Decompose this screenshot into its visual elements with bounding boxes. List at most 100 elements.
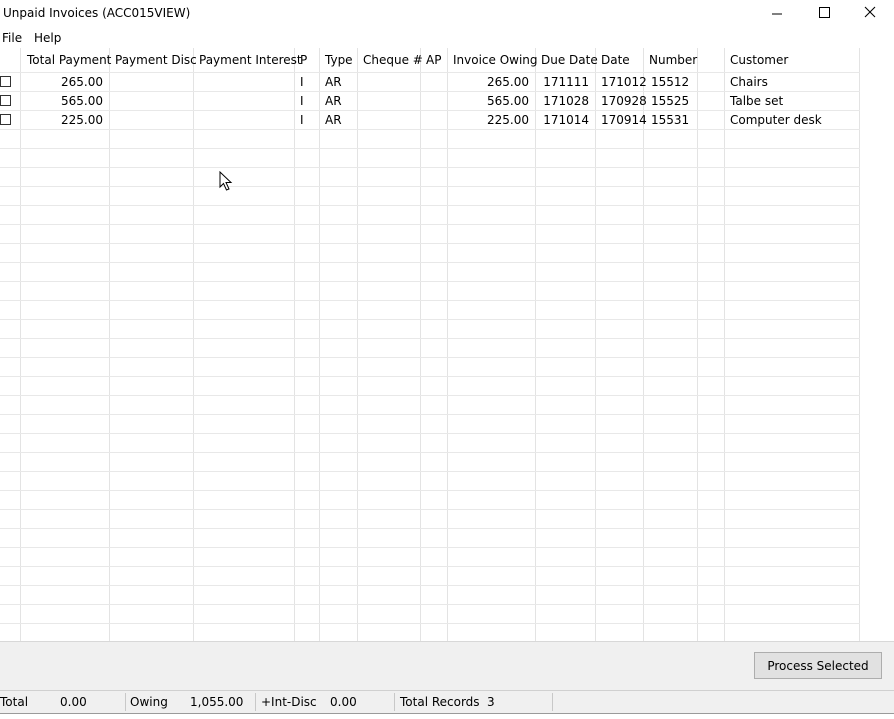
status-intdisc-label: +Int-Disc [261, 695, 317, 709]
mouse-cursor-icon [219, 171, 233, 191]
cell-number[interactable]: 15512 [651, 75, 689, 89]
cell-customer[interactable]: Computer desk [730, 113, 822, 127]
row-divider [0, 414, 860, 415]
row-divider [0, 167, 860, 168]
menu-help[interactable]: Help [34, 31, 61, 45]
column-divider [294, 48, 295, 641]
row-divider [0, 452, 860, 453]
menu-file[interactable]: File [2, 31, 22, 45]
status-total-value: 0.00 [60, 695, 87, 709]
cell-p[interactable]: I [300, 94, 304, 108]
row-select-checkbox[interactable] [0, 76, 11, 87]
cell-date[interactable]: 170928 [601, 94, 647, 108]
status-records-label: Total Records [400, 695, 480, 709]
column-divider [643, 48, 644, 641]
row-divider [0, 129, 860, 130]
row-divider [0, 148, 860, 149]
cell-invoice-owing[interactable]: 565.00 [447, 94, 529, 108]
header-number[interactable]: Number [649, 53, 697, 67]
row-divider [0, 623, 860, 624]
row-divider [0, 357, 860, 358]
row-divider [0, 224, 860, 225]
cell-p[interactable]: I [300, 113, 304, 127]
minimize-button[interactable] [754, 0, 800, 28]
header-type[interactable]: Type [325, 53, 353, 67]
menu-bar: File Help [0, 29, 894, 48]
row-divider [0, 490, 860, 491]
cell-total-payment[interactable]: 265.00 [20, 75, 103, 89]
process-selected-button[interactable]: Process Selected [754, 652, 882, 679]
cell-customer[interactable]: Chairs [730, 75, 768, 89]
cell-total-payment[interactable]: 225.00 [20, 113, 103, 127]
row-select-checkbox[interactable] [0, 114, 11, 125]
cell-invoice-owing[interactable]: 265.00 [447, 75, 529, 89]
column-divider [697, 48, 698, 641]
row-divider [0, 604, 860, 605]
minimize-icon [772, 13, 782, 15]
header-payment-disc[interactable]: Payment Disc [115, 53, 197, 67]
window-bottom-edge [0, 713, 894, 719]
header-date[interactable]: Date [601, 53, 630, 67]
row-divider [0, 262, 860, 263]
header-cheque[interactable]: Cheque # [363, 53, 423, 67]
status-owing-value: 1,055.00 [190, 695, 244, 709]
status-bar: Total 0.00 Owing 1,055.00 +Int-Disc 0.00… [0, 690, 894, 713]
row-divider [0, 433, 860, 434]
cell-due-date[interactable]: 171014 [535, 113, 589, 127]
row-select-checkbox[interactable] [0, 95, 11, 106]
header-customer[interactable]: Customer [730, 53, 788, 67]
invoice-grid[interactable]: Total Payment Payment Disc Payment Inter… [0, 48, 894, 641]
status-separator [125, 693, 126, 711]
row-divider [0, 72, 860, 73]
cell-number[interactable]: 15531 [651, 113, 689, 127]
cell-type[interactable]: AR [325, 94, 342, 108]
row-divider [0, 110, 860, 111]
cell-total-payment[interactable]: 565.00 [20, 94, 103, 108]
cell-customer[interactable]: Talbe set [730, 94, 783, 108]
column-divider [20, 48, 21, 641]
row-divider [0, 509, 860, 510]
row-divider [0, 395, 860, 396]
column-divider [420, 48, 421, 641]
column-divider [595, 48, 596, 641]
status-separator [255, 693, 256, 711]
column-divider [447, 48, 448, 641]
cell-type[interactable]: AR [325, 75, 342, 89]
cell-number[interactable]: 15525 [651, 94, 689, 108]
column-divider [319, 48, 320, 641]
column-divider [859, 48, 860, 641]
row-divider [0, 205, 860, 206]
column-divider [724, 48, 725, 641]
row-divider [0, 300, 860, 301]
row-divider [0, 528, 860, 529]
header-p[interactable]: P [300, 53, 307, 67]
header-invoice-owing[interactable]: Invoice Owing [453, 53, 538, 67]
cell-date[interactable]: 171012 [601, 75, 647, 89]
column-divider [109, 48, 110, 641]
row-divider [0, 471, 860, 472]
row-divider [0, 547, 860, 548]
column-divider [535, 48, 536, 641]
column-divider [357, 48, 358, 641]
header-total-payment[interactable]: Total Payment [27, 53, 111, 67]
close-button[interactable] [846, 0, 892, 28]
header-due-date[interactable]: Due Date [541, 53, 598, 67]
cell-due-date[interactable]: 171111 [535, 75, 589, 89]
column-divider [193, 48, 194, 641]
row-divider [0, 281, 860, 282]
status-intdisc-value: 0.00 [330, 695, 357, 709]
cell-invoice-owing[interactable]: 225.00 [447, 113, 529, 127]
cell-p[interactable]: I [300, 75, 304, 89]
row-divider [0, 91, 860, 92]
status-separator [552, 693, 553, 711]
cell-date[interactable]: 170914 [601, 113, 647, 127]
status-records-value: 3 [487, 695, 495, 709]
header-ap[interactable]: AP [426, 53, 441, 67]
maximize-button[interactable] [800, 0, 846, 28]
cell-type[interactable]: AR [325, 113, 342, 127]
row-divider [0, 319, 860, 320]
header-payment-interest[interactable]: Payment Interest [199, 53, 302, 67]
action-panel: Process Selected [0, 641, 894, 690]
cell-due-date[interactable]: 171028 [535, 94, 589, 108]
status-separator [394, 693, 395, 711]
